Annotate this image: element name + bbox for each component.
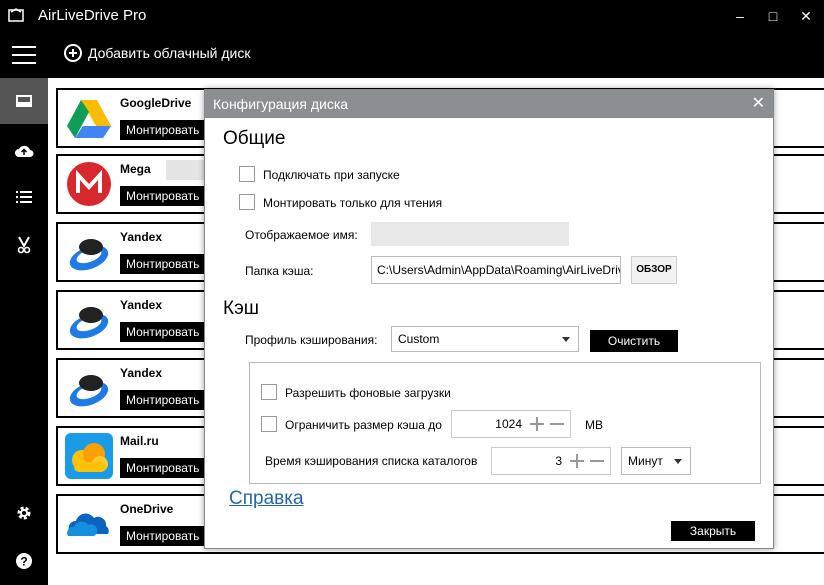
mount-button[interactable]: Монтировать xyxy=(120,254,206,274)
sidebar-item-tools[interactable] xyxy=(0,222,48,268)
cache-profile-select[interactable]: Custom xyxy=(391,326,579,352)
minus-icon[interactable] xyxy=(550,423,564,425)
google-drive-icon xyxy=(67,100,111,138)
gear-icon xyxy=(17,506,31,520)
dialog-title-bar: Конфигурация диска ✕ xyxy=(205,90,773,118)
display-name-label: Отображаемое имя: xyxy=(245,228,358,242)
clear-cache-button[interactable]: Очистить кэш xyxy=(590,330,678,370)
chevron-down-icon xyxy=(674,459,682,464)
section-general: Общие xyxy=(223,128,286,149)
list-icon xyxy=(16,191,32,203)
sidebar-item-help[interactable]: ? xyxy=(0,538,48,584)
yandex-disk-icon xyxy=(69,307,109,339)
scissors-icon xyxy=(17,236,31,254)
maximize-button[interactable]: □ xyxy=(763,6,783,26)
svg-text:?: ? xyxy=(20,555,27,569)
background-uploads-label: Разрешить фоновые загрузки xyxy=(285,386,451,400)
drive-name: Mega xyxy=(120,162,151,176)
sidebar-item-drives[interactable] xyxy=(0,78,48,124)
display-name-field[interactable] xyxy=(371,222,569,246)
add-circle-icon xyxy=(64,44,82,62)
mount-button[interactable]: Монтировать xyxy=(120,458,206,478)
cache-folder-field[interactable]: C:\Users\Admin\AppData\Roaming\AirLiveDr… xyxy=(371,256,621,284)
dir-cache-time-label: Время кэширования списка каталогов xyxy=(265,454,478,468)
plus-icon[interactable] xyxy=(530,417,544,431)
add-cloud-drive-button[interactable]: Добавить облачный диск xyxy=(64,44,251,62)
yandex-disk-icon xyxy=(69,239,109,271)
cache-size-stepper[interactable]: 1024 xyxy=(451,410,571,438)
minimize-button[interactable]: – xyxy=(730,6,750,26)
drive-name: Yandex xyxy=(120,230,163,244)
connect-on-start-label: Подключать при запуске xyxy=(263,168,400,182)
mount-button[interactable]: Монтировать xyxy=(120,390,206,410)
sidebar-item-upload[interactable] xyxy=(0,128,48,174)
add-cloud-drive-label: Добавить облачный диск xyxy=(88,45,251,61)
mount-button[interactable]: Монтировать xyxy=(120,526,206,546)
sidebar: ? xyxy=(0,78,48,585)
dir-cache-time-unit-select[interactable]: Минут xyxy=(621,447,691,475)
mega-icon xyxy=(67,162,111,206)
app-logo-icon xyxy=(8,8,24,22)
read-only-label: Монтировать только для чтения xyxy=(263,196,443,210)
mount-button[interactable]: Монтировать xyxy=(120,322,206,342)
cloud-upload-icon xyxy=(15,145,34,157)
close-button[interactable]: ✕ xyxy=(796,6,816,26)
mount-button[interactable]: Монтировать xyxy=(120,120,206,140)
sidebar-item-settings[interactable] xyxy=(0,490,48,536)
dialog-close-icon[interactable]: ✕ xyxy=(752,93,765,113)
cache-profile-value: Custom xyxy=(398,332,440,346)
mailru-cloud-icon xyxy=(65,433,113,479)
menu-icon[interactable] xyxy=(12,46,36,64)
toolbar: Добавить облачный диск xyxy=(0,32,824,78)
drive-name: Yandex xyxy=(120,298,163,312)
background-uploads-checkbox[interactable] xyxy=(261,384,277,400)
connect-on-start-checkbox[interactable] xyxy=(239,166,255,182)
section-cache: Кэш xyxy=(223,298,260,319)
dialog-title: Конфигурация диска xyxy=(213,96,349,112)
plus-icon[interactable] xyxy=(570,454,584,468)
drive-name: GoogleDrive xyxy=(120,96,192,110)
limit-cache-size-checkbox[interactable] xyxy=(261,416,277,432)
drive-icon xyxy=(16,95,32,107)
drive-name: OneDrive xyxy=(120,502,174,516)
limit-cache-size-label: Ограничить размер кэша до xyxy=(285,418,442,432)
cache-folder-label: Папка кэша: xyxy=(245,264,314,278)
drive-name: Yandex xyxy=(120,366,163,380)
cache-size-value: 1024 xyxy=(495,417,522,431)
browse-button[interactable]: ОБЗОР xyxy=(631,256,677,284)
mount-button[interactable]: Монтировать xyxy=(120,186,206,206)
drive-config-dialog: Конфигурация диска ✕ Общие Подключать пр… xyxy=(204,89,774,549)
cache-profile-label: Профиль кэширования: xyxy=(245,333,378,347)
dir-cache-time-stepper[interactable]: 3 xyxy=(491,447,611,475)
drive-name: Mail.ru xyxy=(120,434,159,448)
chevron-down-icon xyxy=(562,337,570,342)
minus-icon[interactable] xyxy=(590,460,604,462)
help-link[interactable]: Справка xyxy=(229,488,304,510)
app-title: AirLiveDrive Pro xyxy=(38,7,147,24)
onedrive-icon xyxy=(67,513,109,536)
read-only-checkbox[interactable] xyxy=(239,194,255,210)
help-icon: ? xyxy=(16,553,32,569)
sidebar-item-list[interactable] xyxy=(0,174,48,220)
yandex-disk-icon xyxy=(69,375,109,407)
dir-cache-time-unit: Минут xyxy=(628,454,663,468)
dir-cache-time-value: 3 xyxy=(555,454,562,468)
close-dialog-button[interactable]: Закрыть xyxy=(671,521,755,541)
cache-size-unit: MB xyxy=(585,418,603,432)
title-bar: AirLiveDrive Pro – □ ✕ xyxy=(0,0,824,32)
